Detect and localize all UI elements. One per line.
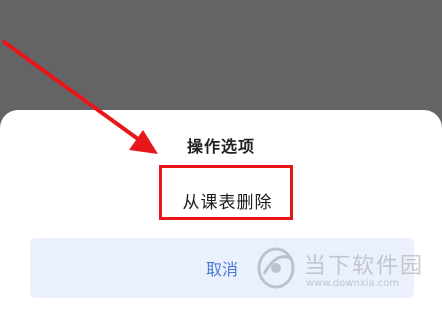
cancel-label: 取消 — [205, 260, 238, 279]
remove-from-schedule-button[interactable]: 从课表删除 — [160, 180, 295, 221]
cancel-button[interactable]: 取消 — [30, 238, 414, 298]
sheet-title: 操作选项 — [186, 137, 255, 156]
